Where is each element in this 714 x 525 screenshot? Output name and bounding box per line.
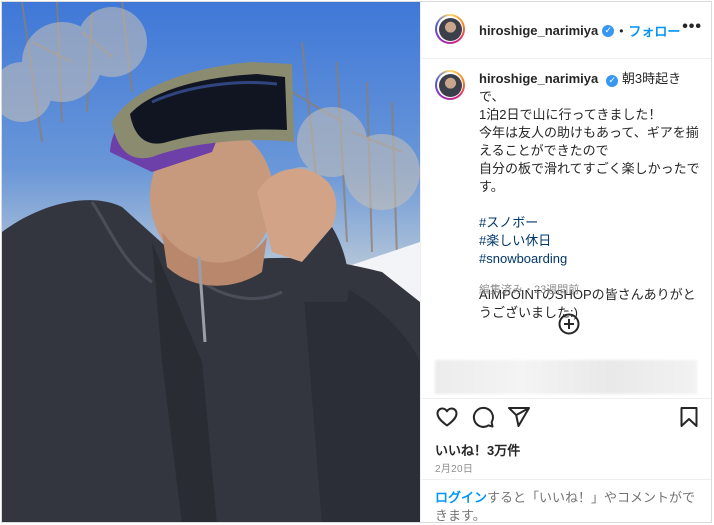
more-options-icon[interactable]: •••: [682, 19, 702, 35]
caption-avatar[interactable]: [435, 70, 465, 100]
caption-line-2: 1泊2日で山に行ってきました！: [479, 107, 662, 122]
avatar-image: [438, 17, 462, 41]
blurred-comments-placeholder: [435, 360, 697, 394]
caption-line-4: 自分の板で滑れてすごく楽しかったです。: [479, 161, 700, 194]
bookmark-icon[interactable]: [677, 405, 701, 429]
comment-icon[interactable]: [471, 405, 495, 429]
post-header: hiroshige_narimiya ✓ • フォロー •••: [421, 2, 711, 59]
login-prompt: ログインすると「いいね！」やコメントができます。: [421, 479, 711, 522]
header-user: hiroshige_narimiya ✓ • フォロー: [479, 21, 680, 40]
username-link[interactable]: hiroshige_narimiya: [479, 23, 598, 38]
hashtag-link[interactable]: #スノボー: [479, 214, 701, 232]
caption-username-link[interactable]: hiroshige_narimiya: [479, 71, 598, 86]
like-count[interactable]: いいね！3万件: [435, 440, 520, 459]
post-photo[interactable]: [2, 2, 420, 522]
post-date[interactable]: 2月20日: [435, 460, 473, 475]
avatar-image: [438, 73, 462, 97]
instagram-post-embed: hiroshige_narimiya ✓ • フォロー ••• hiroshig…: [1, 1, 712, 523]
hashtag-link[interactable]: #楽しい休日: [479, 232, 701, 250]
avatar[interactable]: [435, 14, 465, 44]
follow-button[interactable]: フォロー: [628, 21, 680, 40]
share-icon[interactable]: [507, 405, 531, 429]
edited-timestamp: 編集済み・23週間前: [479, 284, 580, 296]
verified-badge-icon: ✓: [606, 75, 619, 87]
login-link[interactable]: ログイン: [435, 490, 487, 505]
verified-badge-icon: ✓: [602, 24, 615, 37]
separator-dot: •: [619, 23, 624, 38]
heart-icon[interactable]: [435, 405, 459, 429]
post-photo-illustration: [2, 2, 420, 522]
post-side-panel: hiroshige_narimiya ✓ • フォロー ••• hiroshig…: [420, 2, 711, 522]
action-bar: [421, 398, 711, 437]
add-circle-icon[interactable]: [558, 313, 580, 335]
caption-line-3: 今年は友人の助けもあって、ギアを揃えることができたので: [479, 125, 699, 158]
hashtag-link[interactable]: #snowboarding: [479, 250, 701, 268]
